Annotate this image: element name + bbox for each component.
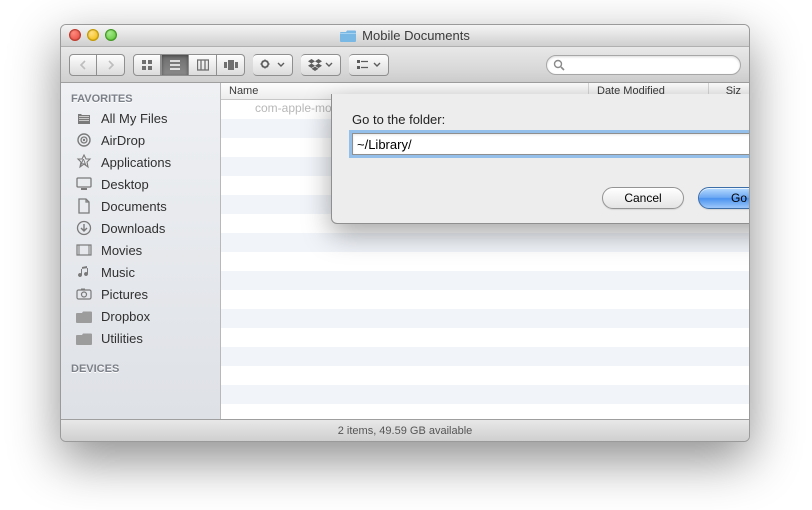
dropbox-button[interactable] bbox=[301, 54, 341, 76]
search-field[interactable] bbox=[546, 55, 741, 75]
sidebar-item-movies[interactable]: Movies bbox=[61, 239, 220, 261]
traffic-lights bbox=[69, 29, 117, 41]
finder-window: Mobile Documents bbox=[60, 24, 750, 442]
titlebar[interactable]: Mobile Documents bbox=[61, 25, 749, 47]
sidebar-item-label: Dropbox bbox=[101, 309, 150, 324]
back-button[interactable] bbox=[69, 54, 97, 76]
sidebar-item-documents[interactable]: Documents bbox=[61, 195, 220, 217]
downloads-icon bbox=[75, 220, 93, 236]
sidebar-item-airdrop[interactable]: AirDrop bbox=[61, 129, 220, 151]
status-text: 2 items, 49.59 GB available bbox=[338, 425, 473, 437]
folder-icon bbox=[340, 29, 356, 42]
rows-area[interactable]: com-apple-movietrailers Today 4:34 PM Go… bbox=[221, 100, 749, 423]
sidebar-item-label: Downloads bbox=[101, 221, 165, 236]
sidebar-item-utilities[interactable]: Utilities bbox=[61, 327, 220, 349]
all-my-files-icon bbox=[75, 110, 93, 126]
close-icon[interactable] bbox=[69, 29, 81, 41]
forward-button[interactable] bbox=[97, 54, 125, 76]
minimize-icon[interactable] bbox=[87, 29, 99, 41]
applications-icon: A bbox=[75, 154, 93, 170]
dialog-label: Go to the folder: bbox=[352, 112, 750, 127]
sidebar-item-dropbox[interactable]: Dropbox bbox=[61, 305, 220, 327]
sidebar-item-label: Music bbox=[101, 265, 135, 280]
airdrop-icon bbox=[75, 132, 93, 148]
go-to-folder-dialog: Go to the folder: Cancel Go bbox=[331, 94, 750, 224]
sidebar-item-downloads[interactable]: Downloads bbox=[61, 217, 220, 239]
folder-icon bbox=[75, 330, 93, 346]
svg-text:A: A bbox=[80, 158, 87, 169]
view-coverflow-button[interactable] bbox=[217, 54, 245, 76]
view-columns-button[interactable] bbox=[189, 54, 217, 76]
view-buttons bbox=[133, 54, 245, 76]
search-icon bbox=[553, 59, 565, 71]
sidebar: FAVORITES All My Files AirDrop A Applica… bbox=[61, 83, 221, 419]
view-list-button[interactable] bbox=[161, 54, 189, 76]
view-icon-button[interactable] bbox=[133, 54, 161, 76]
sidebar-item-desktop[interactable]: Desktop bbox=[61, 173, 220, 195]
toolbar bbox=[61, 47, 749, 83]
sidebar-item-pictures[interactable]: Pictures bbox=[61, 283, 220, 305]
sidebar-item-music[interactable]: Music bbox=[61, 261, 220, 283]
sidebar-item-label: Documents bbox=[101, 199, 167, 214]
sidebar-item-label: Applications bbox=[101, 155, 171, 170]
folder-icon bbox=[75, 308, 93, 324]
sidebar-item-label: Movies bbox=[101, 243, 142, 258]
movies-icon bbox=[75, 242, 93, 258]
zoom-icon[interactable] bbox=[105, 29, 117, 41]
pictures-icon bbox=[75, 286, 93, 302]
search-input[interactable] bbox=[569, 59, 734, 71]
sidebar-item-all-my-files[interactable]: All My Files bbox=[61, 107, 220, 129]
sidebar-item-label: Pictures bbox=[101, 287, 148, 302]
folder-path-input[interactable] bbox=[352, 133, 750, 155]
action-button[interactable] bbox=[253, 54, 293, 76]
file-list: Name Date Modified Siz com-apple-movietr… bbox=[221, 83, 749, 419]
go-button[interactable]: Go bbox=[698, 187, 750, 209]
sidebar-item-label: Desktop bbox=[101, 177, 149, 192]
favorites-heading: FAVORITES bbox=[61, 87, 220, 107]
sidebar-item-label: AirDrop bbox=[101, 133, 145, 148]
sidebar-item-label: All My Files bbox=[101, 111, 167, 126]
cancel-button[interactable]: Cancel bbox=[602, 187, 684, 209]
sidebar-item-applications[interactable]: A Applications bbox=[61, 151, 220, 173]
nav-buttons bbox=[69, 54, 125, 76]
arrange-button[interactable] bbox=[349, 54, 389, 76]
sidebar-item-label: Utilities bbox=[101, 331, 143, 346]
documents-icon bbox=[75, 198, 93, 214]
music-icon bbox=[75, 264, 93, 280]
devices-heading: DEVICES bbox=[61, 357, 220, 377]
window-title: Mobile Documents bbox=[362, 28, 470, 43]
desktop-icon bbox=[75, 176, 93, 192]
